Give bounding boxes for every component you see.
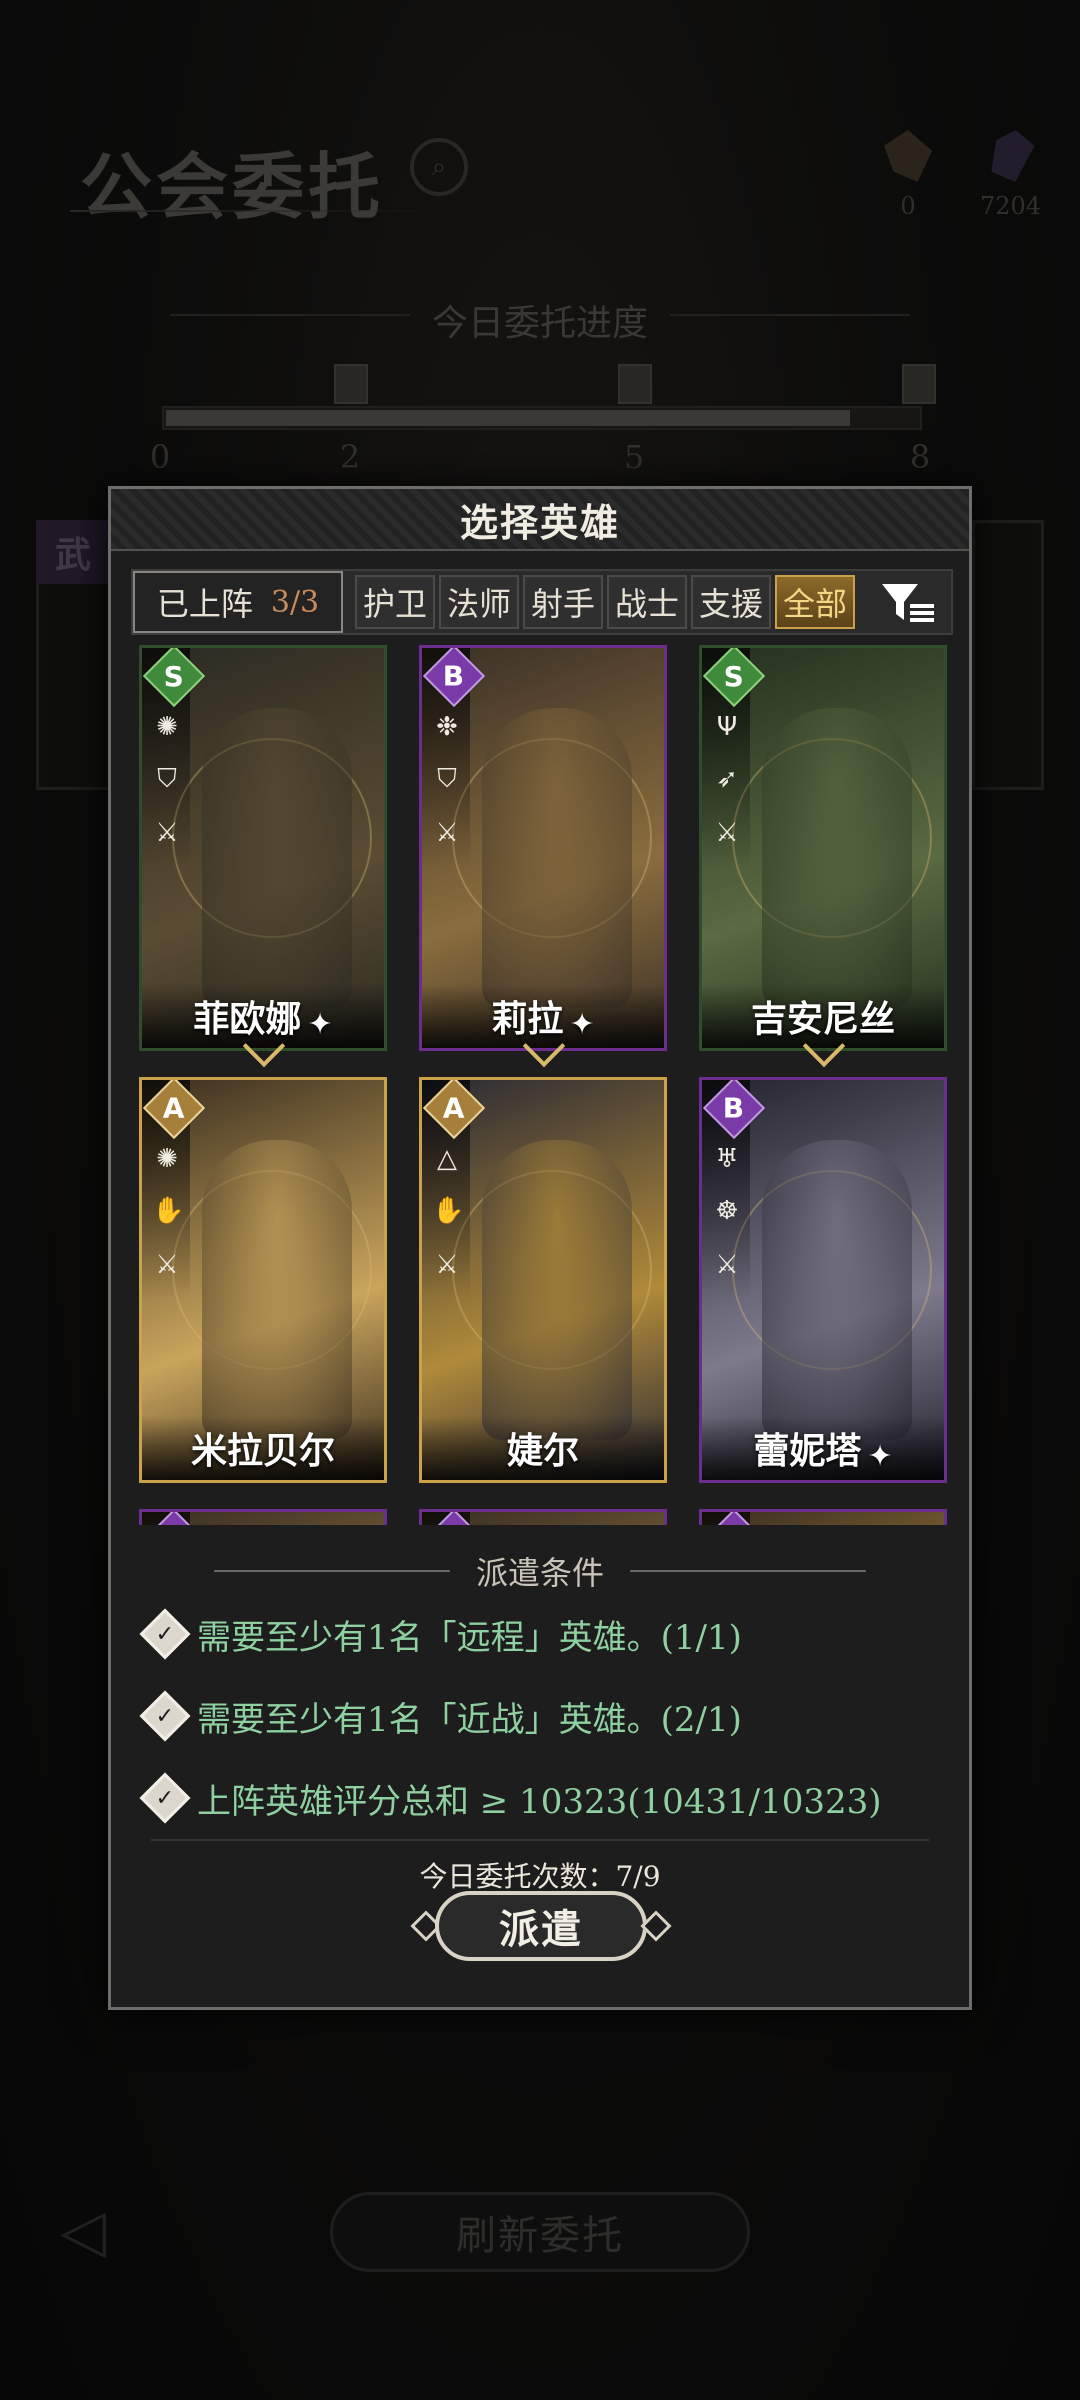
filter-bar: 已上阵 3/3 护卫 法师 射手 战士 支援 全部	[131, 569, 953, 635]
melee-icon: ⚔	[155, 818, 179, 848]
hero-figure	[762, 708, 912, 1008]
hero-name: 蕾妮塔 ✦	[702, 1416, 944, 1480]
melee-icon: ⚔	[715, 818, 739, 848]
tab-class[interactable]: 全部	[775, 575, 855, 629]
dispatch-button[interactable]: 派遣	[435, 1891, 647, 1961]
star-icon: ✦	[307, 1007, 333, 1042]
hero-figure	[482, 1140, 632, 1440]
hero-name-text: 菲欧娜	[193, 998, 302, 1040]
hero-card[interactable]: B	[139, 1509, 387, 1525]
check-icon: ✓	[139, 1772, 191, 1824]
shield-icon: ⛉	[437, 764, 457, 794]
deployed-count: 3/3	[270, 584, 320, 620]
select-hero-dialog: 选择英雄 已上阵 3/3 护卫 法师 射手 战士 支援 全部 S ✺ ⛉ ⚔ 菲欧娜 ✦ B ❉ ⛉ ⚔ 莉拉…	[108, 486, 972, 2010]
hand-icon: ✋	[152, 1196, 185, 1226]
shield-icon: ⛉	[157, 764, 177, 794]
hero-grid: S ✺ ⛉ ⚔ 菲欧娜 ✦ B ❉ ⛉ ⚔ 莉拉 ✦ S Ψ ➶ ⚔ 吉安尼丝 A ✺ ✋ ⚔ 米拉贝尔 A △ ✋ ⚔ 婕尔 B ♅ ☸…	[139, 645, 947, 1525]
melee-icon: ⚔	[435, 818, 459, 848]
triangle-icon: △	[437, 1144, 457, 1174]
deployed-label: 已上阵	[156, 585, 253, 623]
star-icon: ✦	[867, 1439, 893, 1474]
dispatch-button-group: 派遣	[410, 1891, 672, 1965]
star-icon: ✦	[569, 1007, 595, 1042]
daily-commission-count: 今日委托次数：7/9	[419, 1860, 661, 1893]
hero-card[interactable]: B	[699, 1509, 947, 1525]
melee-icon: ⚔	[435, 1250, 459, 1280]
conditions-title: 派遣条件	[475, 1554, 604, 1592]
melee-icon: ⚔	[155, 1250, 179, 1280]
hero-figure	[202, 708, 352, 1008]
hero-name-text: 米拉贝尔	[190, 1430, 335, 1472]
hero-name: 米拉贝尔	[142, 1416, 384, 1480]
tab-class[interactable]: 战士	[607, 575, 687, 629]
divider	[213, 1570, 450, 1572]
hero-card[interactable]: A △ ✋ ⚔ 婕尔	[419, 1077, 667, 1483]
hero-figure	[482, 708, 632, 1008]
hero-card[interactable]: B ❉ ⛉ ⚔ 莉拉 ✦	[419, 645, 667, 1051]
snowflake-icon: ❉	[436, 712, 458, 742]
bow-icon: ➶	[716, 764, 738, 794]
demon-icon: ♅	[715, 1144, 739, 1174]
hero-card[interactable]: B	[419, 1509, 667, 1525]
tab-class[interactable]: 法师	[439, 575, 519, 629]
hero-card[interactable]: S ✺ ⛉ ⚔ 菲欧娜 ✦	[139, 645, 387, 1051]
hero-card[interactable]: S Ψ ➶ ⚔ 吉安尼丝	[699, 645, 947, 1051]
divider	[630, 1570, 866, 1572]
deployed-indicator[interactable]: 已上阵 3/3	[133, 571, 343, 633]
hero-card[interactable]: B ♅ ☸ ⚔ 蕾妮塔 ✦	[699, 1077, 947, 1483]
hero-name: 婕尔	[422, 1416, 664, 1480]
sun-icon: ✺	[156, 1144, 178, 1174]
hero-card[interactable]: A ✺ ✋ ⚔ 米拉贝尔	[139, 1077, 387, 1483]
hero-name-text: 婕尔	[506, 1430, 579, 1472]
melee-icon: ⚔	[715, 1250, 739, 1280]
sun-icon: ✺	[156, 712, 178, 742]
filter-icon	[882, 584, 934, 622]
tab-class[interactable]: 射手	[523, 575, 603, 629]
divider	[151, 1839, 929, 1841]
condition-item: ✓ 上阵英雄评分总和 ≥ 10323(10431/10323)	[139, 1772, 882, 1824]
tree-icon: Ψ	[716, 712, 738, 742]
hero-name-text: 蕾妮塔	[753, 1430, 862, 1472]
condition-item: ✓ 需要至少有1名「近战」英雄。(2/1)	[139, 1690, 742, 1742]
tab-class[interactable]: 护卫	[355, 575, 435, 629]
swirl-icon: ☸	[715, 1196, 739, 1226]
check-icon: ✓	[139, 1690, 191, 1742]
conditions-header: 派遣条件	[111, 1551, 969, 1592]
check-icon: ✓	[139, 1608, 191, 1660]
condition-text: 上阵英雄评分总和 ≥ 10323(10431/10323)	[197, 1781, 882, 1822]
hand-icon: ✋	[432, 1196, 465, 1226]
dialog-title: 选择英雄	[111, 489, 969, 551]
hero-figure	[762, 1140, 912, 1440]
filter-button[interactable]	[873, 575, 943, 629]
class-tabs: 护卫 法师 射手 战士 支援 全部	[355, 575, 855, 629]
condition-text: 需要至少有1名「近战」英雄。(2/1)	[197, 1699, 742, 1740]
condition-item: ✓ 需要至少有1名「远程」英雄。(1/1)	[139, 1608, 742, 1660]
hero-figure	[202, 1140, 352, 1440]
tab-class[interactable]: 支援	[691, 575, 771, 629]
condition-text: 需要至少有1名「远程」英雄。(1/1)	[197, 1617, 742, 1658]
